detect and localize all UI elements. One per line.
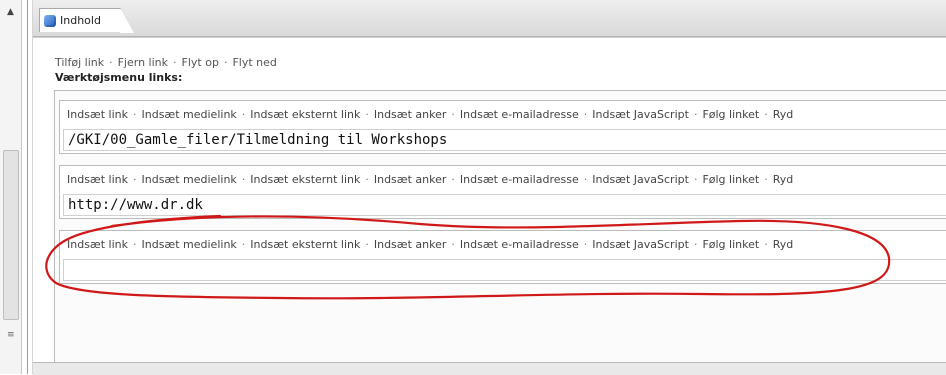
content-panel: Tilføj link · Fjern link · Flyt op · Flyt ned … <box>33 37 946 374</box>
insert-external-link-button[interactable]: Indsæt eksternt link <box>250 173 360 186</box>
insert-javascript-button[interactable]: Indsæt JavaScript <box>592 108 689 121</box>
clear-button[interactable]: Ryd <box>773 238 794 251</box>
scroll-up-arrow-icon[interactable]: ▲ <box>4 6 17 19</box>
vertical-scrollbar[interactable]: ▲ ≡ <box>0 0 22 374</box>
follow-link-button[interactable]: Følg linket <box>702 238 759 251</box>
insert-external-link-button[interactable]: Indsæt eksternt link <box>250 238 360 251</box>
clear-button[interactable]: Ryd <box>773 108 794 121</box>
panel-divider <box>27 0 28 374</box>
clear-button[interactable]: Ryd <box>773 173 794 186</box>
move-up-button[interactable]: Flyt op <box>182 56 219 69</box>
follow-link-button[interactable]: Følg linket <box>702 173 759 186</box>
insert-media-link-button[interactable]: Indsæt medielink <box>142 238 237 251</box>
link-row: Indsæt link · Indsæt medielink · Indsæt ekst… <box>59 100 946 154</box>
link-list: Indsæt link · Indsæt medielink · Indsæt ekst… <box>54 90 946 374</box>
tab-indhold[interactable]: Indhold <box>39 8 134 33</box>
link-row: Indsæt link · Indsæt medielink · Indsæt ekst… <box>59 165 946 219</box>
insert-javascript-button[interactable]: Indsæt JavaScript <box>592 173 689 186</box>
separator: · <box>223 56 228 69</box>
section-title: Værktøjsmenu links: <box>55 71 183 84</box>
separator: · <box>109 56 113 69</box>
insert-link-button[interactable]: Indsæt link <box>67 173 128 186</box>
insert-email-button[interactable]: Indsæt e-mailadresse <box>460 238 579 251</box>
cube-icon <box>44 14 56 27</box>
insert-anchor-button[interactable]: Indsæt anker <box>374 108 447 121</box>
insert-media-link-button[interactable]: Indsæt medielink <box>142 173 237 186</box>
insert-email-button[interactable]: Indsæt e-mailadresse <box>460 108 579 121</box>
separator: · <box>173 56 177 69</box>
tab-strip: Indhold <box>33 0 946 37</box>
insert-external-link-button[interactable]: Indsæt eksternt link <box>250 108 360 121</box>
bottom-bar <box>33 362 946 375</box>
link-row: Indsæt link · Indsæt medielink · Indsæt ekst… <box>59 230 946 284</box>
follow-link-button[interactable]: Følg linket <box>702 108 759 121</box>
insert-anchor-button[interactable]: Indsæt anker <box>374 173 447 186</box>
tab-label: Indhold <box>60 14 101 27</box>
link-toolbar: Indsæt link · Indsæt medielink · Indsæt ekst… <box>67 108 794 121</box>
link-actions: Tilføj link · Fjern link · Flyt op · Flyt ned <box>55 56 277 69</box>
insert-email-button[interactable]: Indsæt e-mailadresse <box>460 173 579 186</box>
move-down-button[interactable]: Flyt ned <box>232 56 276 69</box>
link-value-field[interactable]: /GKI/00_Gamle_filer/Tilmeldning til Work… <box>63 129 946 151</box>
link-value-field[interactable] <box>63 259 946 281</box>
resize-grip-icon[interactable]: ≡ <box>7 330 15 340</box>
insert-anchor-button[interactable]: Indsæt anker <box>374 238 447 251</box>
insert-link-button[interactable]: Indsæt link <box>67 108 128 121</box>
add-link-button[interactable]: Tilføj link <box>55 56 104 69</box>
insert-media-link-button[interactable]: Indsæt medielink <box>142 108 237 121</box>
scrollbar-thumb[interactable] <box>3 150 19 320</box>
remove-link-button[interactable]: Fjern link <box>118 56 168 69</box>
insert-link-button[interactable]: Indsæt link <box>67 238 128 251</box>
link-toolbar: Indsæt link · Indsæt medielink · Indsæt ekst… <box>67 238 794 251</box>
link-value-field[interactable]: http://www.dr.dk <box>63 194 946 216</box>
insert-javascript-button[interactable]: Indsæt JavaScript <box>592 238 689 251</box>
link-toolbar: Indsæt link · Indsæt medielink · Indsæt ekst… <box>67 173 794 186</box>
